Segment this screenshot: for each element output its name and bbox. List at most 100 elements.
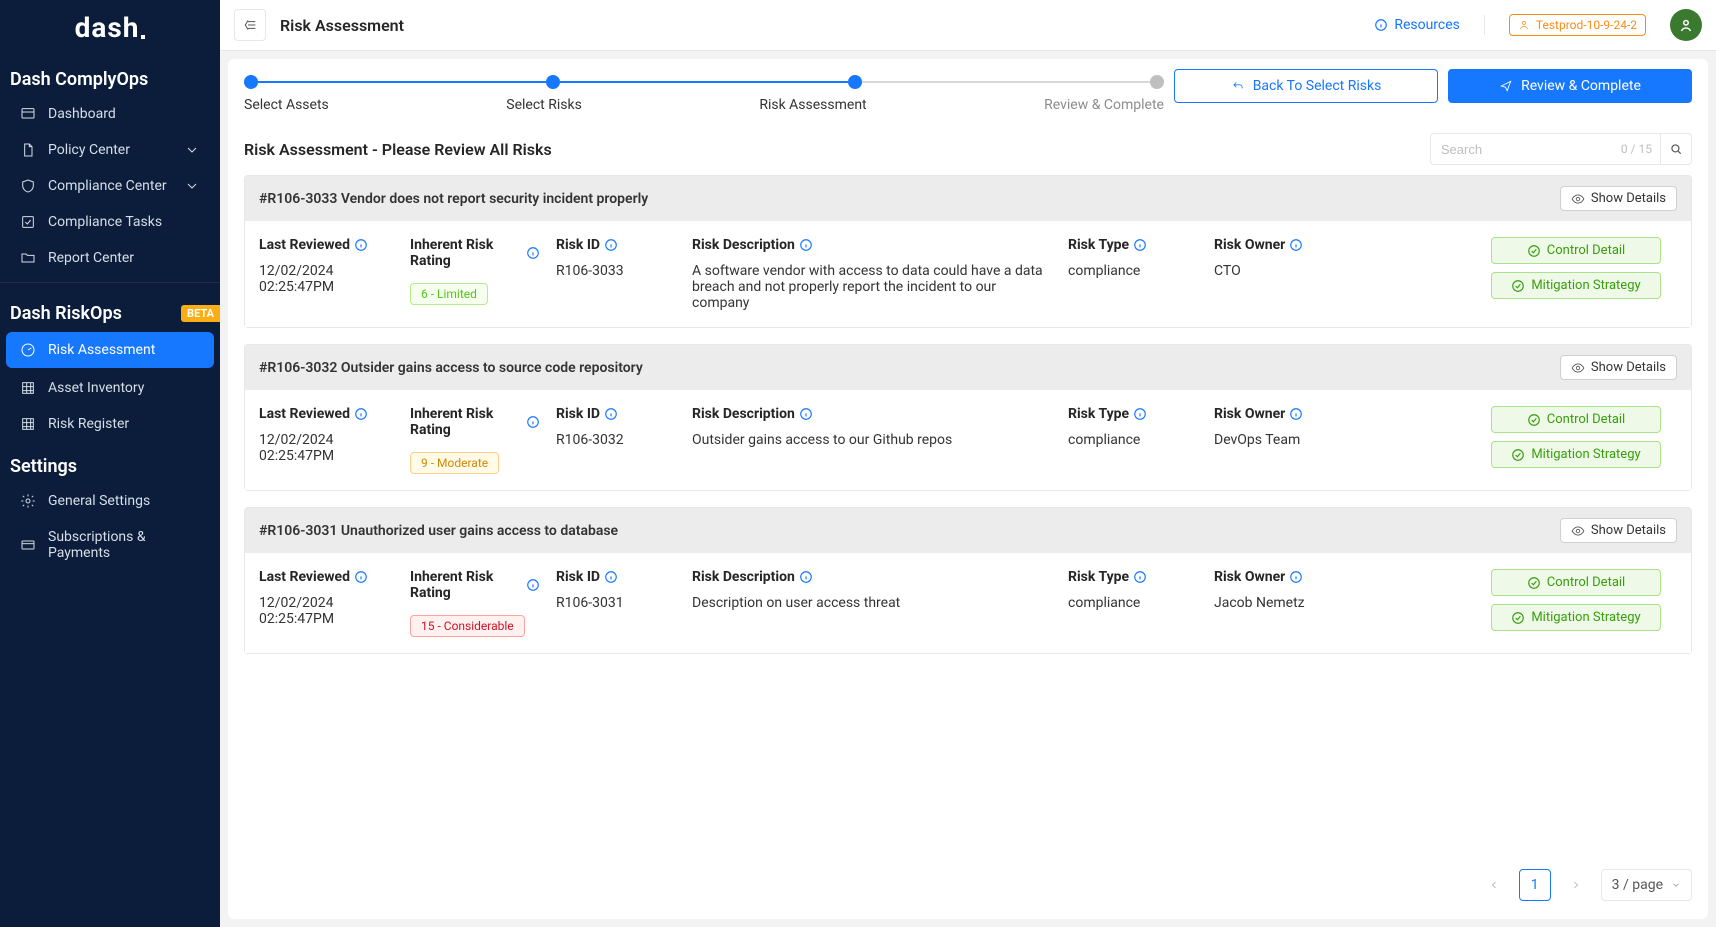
sidebar-item-risk-register[interactable]: Risk Register (0, 406, 220, 442)
search-box: 0 / 15 (1430, 133, 1692, 165)
sidebar-item-general-settings[interactable]: General Settings (0, 483, 220, 519)
show-details-button[interactable]: Show Details (1560, 518, 1677, 543)
review-complete-button[interactable]: Review & Complete (1448, 69, 1692, 103)
shield-icon (20, 178, 36, 194)
sidebar-item-label: General Settings (48, 493, 150, 509)
show-details-button[interactable]: Show Details (1560, 355, 1677, 380)
rating-badge: 15 - Considerable (410, 615, 525, 637)
send-icon (1499, 79, 1513, 93)
mitigation-strategy-button[interactable]: Mitigation Strategy (1491, 272, 1661, 299)
control-detail-label: Control Detail (1547, 243, 1625, 258)
control-detail-button[interactable]: Control Detail (1491, 406, 1661, 433)
risk-id-value: R106-3031 (556, 595, 676, 611)
step-label: Risk Assessment (759, 97, 866, 113)
steps-row: Select Assets Select Risks Risk Assessme… (228, 59, 1708, 113)
step-dot (244, 75, 258, 89)
gear-icon (20, 493, 36, 509)
folder-icon (20, 250, 36, 266)
risk-title: #R106-3032 Outsider gains access to sour… (259, 360, 643, 376)
risk-desc-value: A software vendor with access to data co… (692, 263, 1052, 311)
col-risk-type: Risk Type (1068, 569, 1198, 585)
sidebar-item-report-center[interactable]: Report Center (0, 240, 220, 276)
pager-page-1[interactable]: 1 (1519, 869, 1551, 901)
wizard-steps: Select Assets Select Risks Risk Assessme… (244, 69, 1164, 113)
sidebar-item-subscriptions[interactable]: Subscriptions & Payments (0, 519, 220, 571)
review-complete-label: Review & Complete (1521, 78, 1641, 94)
search-input[interactable] (1431, 142, 1621, 157)
risk-id-value: R106-3033 (556, 263, 676, 279)
grid-icon (20, 380, 36, 396)
avatar[interactable] (1670, 9, 1702, 41)
info-icon (604, 238, 618, 252)
resources-label: Resources (1394, 17, 1460, 33)
control-detail-button[interactable]: Control Detail (1491, 569, 1661, 596)
info-icon (1374, 18, 1388, 32)
sidebar-item-policy-center[interactable]: Policy Center (0, 132, 220, 168)
subheader: Risk Assessment - Please Review All Risk… (228, 113, 1708, 175)
sidebar-toggle-button[interactable] (234, 9, 266, 41)
back-button[interactable]: Back To Select Risks (1174, 69, 1438, 103)
risk-desc-value: Outsider gains access to our Github repo… (692, 432, 1052, 448)
risk-title: #R106-3033 Vendor does not report securi… (259, 191, 648, 207)
sidebar-item-label: Compliance Tasks (48, 214, 162, 230)
col-inherent-rating: Inherent Risk Rating (410, 406, 540, 438)
col-last-reviewed: Last Reviewed (259, 237, 394, 253)
card-icon (20, 537, 36, 553)
col-risk-owner: Risk Owner (1214, 406, 1344, 422)
info-icon (1289, 238, 1303, 252)
pager-prev[interactable] (1479, 870, 1509, 900)
info-icon (354, 570, 368, 584)
check-square-icon (20, 214, 36, 230)
col-risk-desc: Risk Description (692, 406, 1052, 422)
info-icon (1133, 570, 1147, 584)
sidebar-item-risk-assessment[interactable]: Risk Assessment (6, 332, 214, 368)
risk-id-value: R106-3032 (556, 432, 676, 448)
gauge-icon (20, 342, 36, 358)
info-icon (799, 570, 813, 584)
mitigation-strategy-button[interactable]: Mitigation Strategy (1491, 441, 1661, 468)
sidebar-item-asset-inventory[interactable]: Asset Inventory (0, 370, 220, 406)
user-tag[interactable]: Testprod-10-9-24-2 (1509, 14, 1646, 36)
risk-type-value: compliance (1068, 263, 1198, 279)
info-icon (604, 570, 618, 584)
col-risk-owner: Risk Owner (1214, 237, 1344, 253)
mitigation-label: Mitigation Strategy (1531, 610, 1640, 625)
topbar: Risk Assessment Resources Testprod-10-9-… (220, 0, 1716, 51)
search-count: 0 / 15 (1621, 142, 1660, 156)
step-label: Review & Complete (1044, 97, 1164, 113)
sidebar-item-label: Risk Assessment (48, 342, 155, 358)
mitigation-label: Mitigation Strategy (1531, 447, 1640, 462)
sidebar-item-dashboard[interactable]: Dashboard (0, 96, 220, 132)
grid-icon (20, 416, 36, 432)
risk-owner-value: CTO (1214, 263, 1344, 279)
rating-badge: 9 - Moderate (410, 452, 499, 474)
sidebar: dash Dash ComplyOps Dashboard Policy Cen… (0, 0, 220, 927)
mitigation-strategy-button[interactable]: Mitigation Strategy (1491, 604, 1661, 631)
risk-header: #R106-3033 Vendor does not report securi… (245, 176, 1691, 221)
show-details-button[interactable]: Show Details (1560, 186, 1677, 211)
mitigation-label: Mitigation Strategy (1531, 278, 1640, 293)
page-size-label: 3 / page (1612, 877, 1663, 893)
sidebar-item-compliance-tasks[interactable]: Compliance Tasks (0, 204, 220, 240)
col-last-reviewed: Last Reviewed (259, 406, 394, 422)
sidebar-item-label: Asset Inventory (48, 380, 144, 396)
brand-logo: dash (0, 0, 220, 55)
risk-type-value: compliance (1068, 595, 1198, 611)
show-details-label: Show Details (1591, 360, 1666, 375)
search-button[interactable] (1660, 134, 1691, 164)
step-dot (1150, 75, 1164, 89)
info-icon (604, 407, 618, 421)
show-details-label: Show Details (1591, 523, 1666, 538)
pagination: 1 3 / page (228, 859, 1708, 919)
back-button-label: Back To Select Risks (1253, 78, 1382, 94)
rating-badge: 6 - Limited (410, 283, 488, 305)
control-detail-button[interactable]: Control Detail (1491, 237, 1661, 264)
subheader-title: Risk Assessment - Please Review All Risk… (244, 140, 552, 159)
user-icon (1518, 19, 1530, 31)
sidebar-item-compliance-center[interactable]: Compliance Center (0, 168, 220, 204)
pager-next[interactable] (1561, 870, 1591, 900)
col-risk-type: Risk Type (1068, 237, 1198, 253)
resources-link[interactable]: Resources (1374, 17, 1460, 33)
page-size-select[interactable]: 3 / page (1601, 869, 1692, 901)
col-inherent-rating: Inherent Risk Rating (410, 237, 540, 269)
